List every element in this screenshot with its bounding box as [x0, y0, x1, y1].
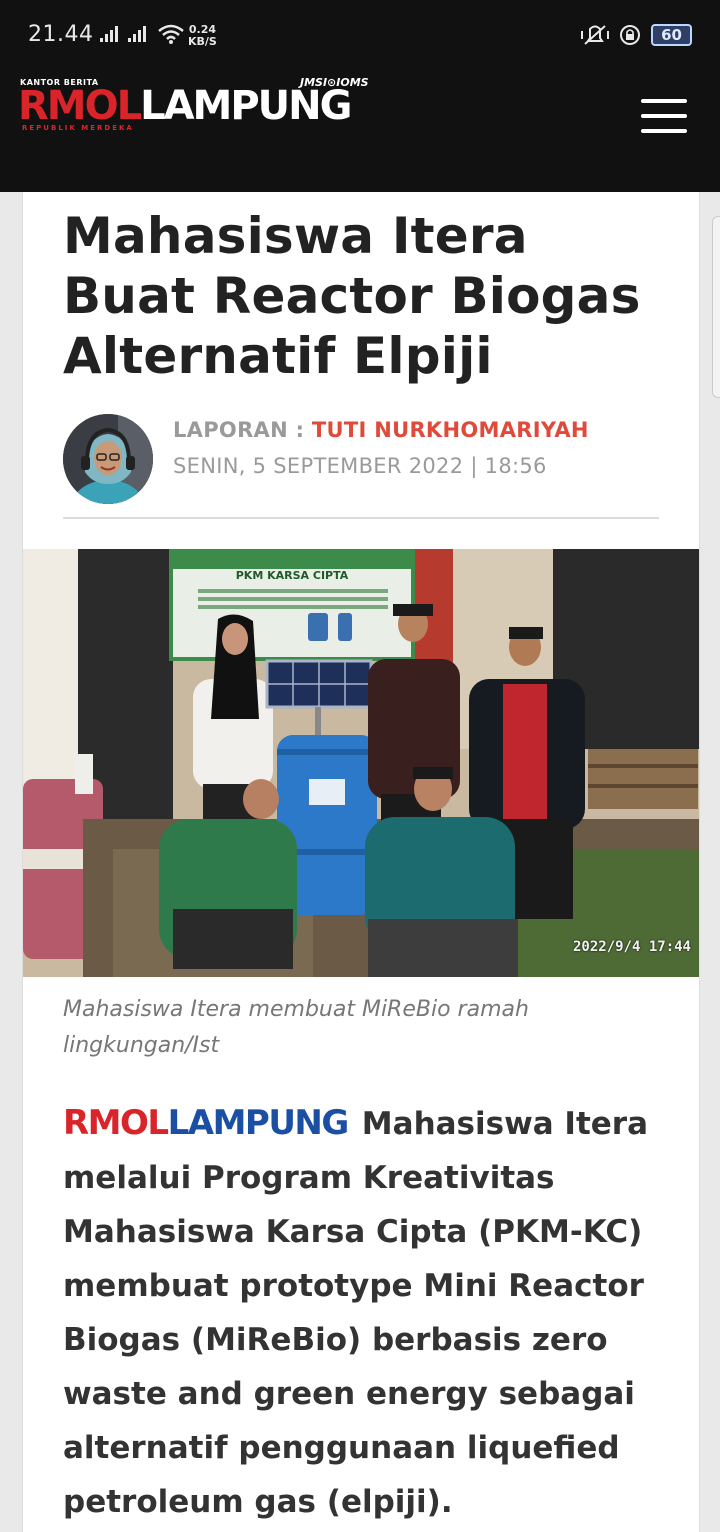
inline-brand-red: RMOL: [63, 1103, 169, 1143]
byline: LAPORAN : TUTI NURKHOMARIYAH: [173, 418, 589, 442]
author-avatar: [63, 414, 153, 504]
scroll-indicator: [712, 216, 720, 398]
photo-caption: Mahasiswa Itera membuat MiReBio ramah li…: [63, 997, 529, 1058]
inline-brand-logo: RMOLLAMPUNG: [63, 1103, 350, 1143]
divider: [63, 517, 659, 519]
banner-title: PKM KARSA CIPTA: [236, 569, 349, 582]
site-header: KANTOR BERITA JMSI⊙IOMS RMOLLAMPUNG REPU…: [0, 54, 720, 192]
publish-date: SENIN, 5 SEPTEMBER 2022 | 18:56: [173, 454, 547, 478]
logo-wordmark: RMOLLAMPUNG: [18, 83, 352, 129]
wifi-icon: [158, 24, 184, 44]
logo-red-text: RMOL: [18, 83, 142, 129]
article-lead-paragraph: RMOLLAMPUNG Mahasiswa Itera melalui Progr…: [63, 1096, 663, 1529]
menu-icon[interactable]: [641, 99, 687, 133]
status-time: 21.44: [28, 22, 94, 47]
article-photo[interactable]: PKM KARSA CIPTA 2022/9/4 17:44: [23, 549, 699, 977]
logo-tagline: REPUBLIK MERDEKA: [22, 124, 134, 132]
inline-brand-blue: LAMPUNG: [167, 1103, 350, 1143]
signal-icon: [128, 26, 146, 42]
lock-rotation-icon: [620, 25, 641, 45]
photo-timestamp: 2022/9/4 17:44: [572, 939, 691, 955]
article-card: Mahasiswa Itera Buat Reactor Biogas Alte…: [22, 192, 700, 1532]
signal-icon: [100, 26, 118, 42]
vibrate-icon: [581, 25, 610, 45]
author-name-link[interactable]: TUTI NURKHOMARIYAH: [312, 418, 589, 442]
article-title: Mahasiswa Itera Buat Reactor Biogas Alte…: [63, 207, 641, 385]
battery-icon: 60: [651, 24, 692, 46]
logo-white-text: LAMPUNG: [140, 83, 352, 129]
lead-text: Mahasiswa Itera melalui Program Kreativi…: [63, 1106, 649, 1520]
network-speed: 0.24 KB/S: [188, 23, 217, 48]
byline-label: LAPORAN :: [173, 418, 312, 442]
status-right: 60: [581, 24, 692, 46]
status-bar: 21.44 0.24 KB/S 60: [0, 0, 720, 54]
